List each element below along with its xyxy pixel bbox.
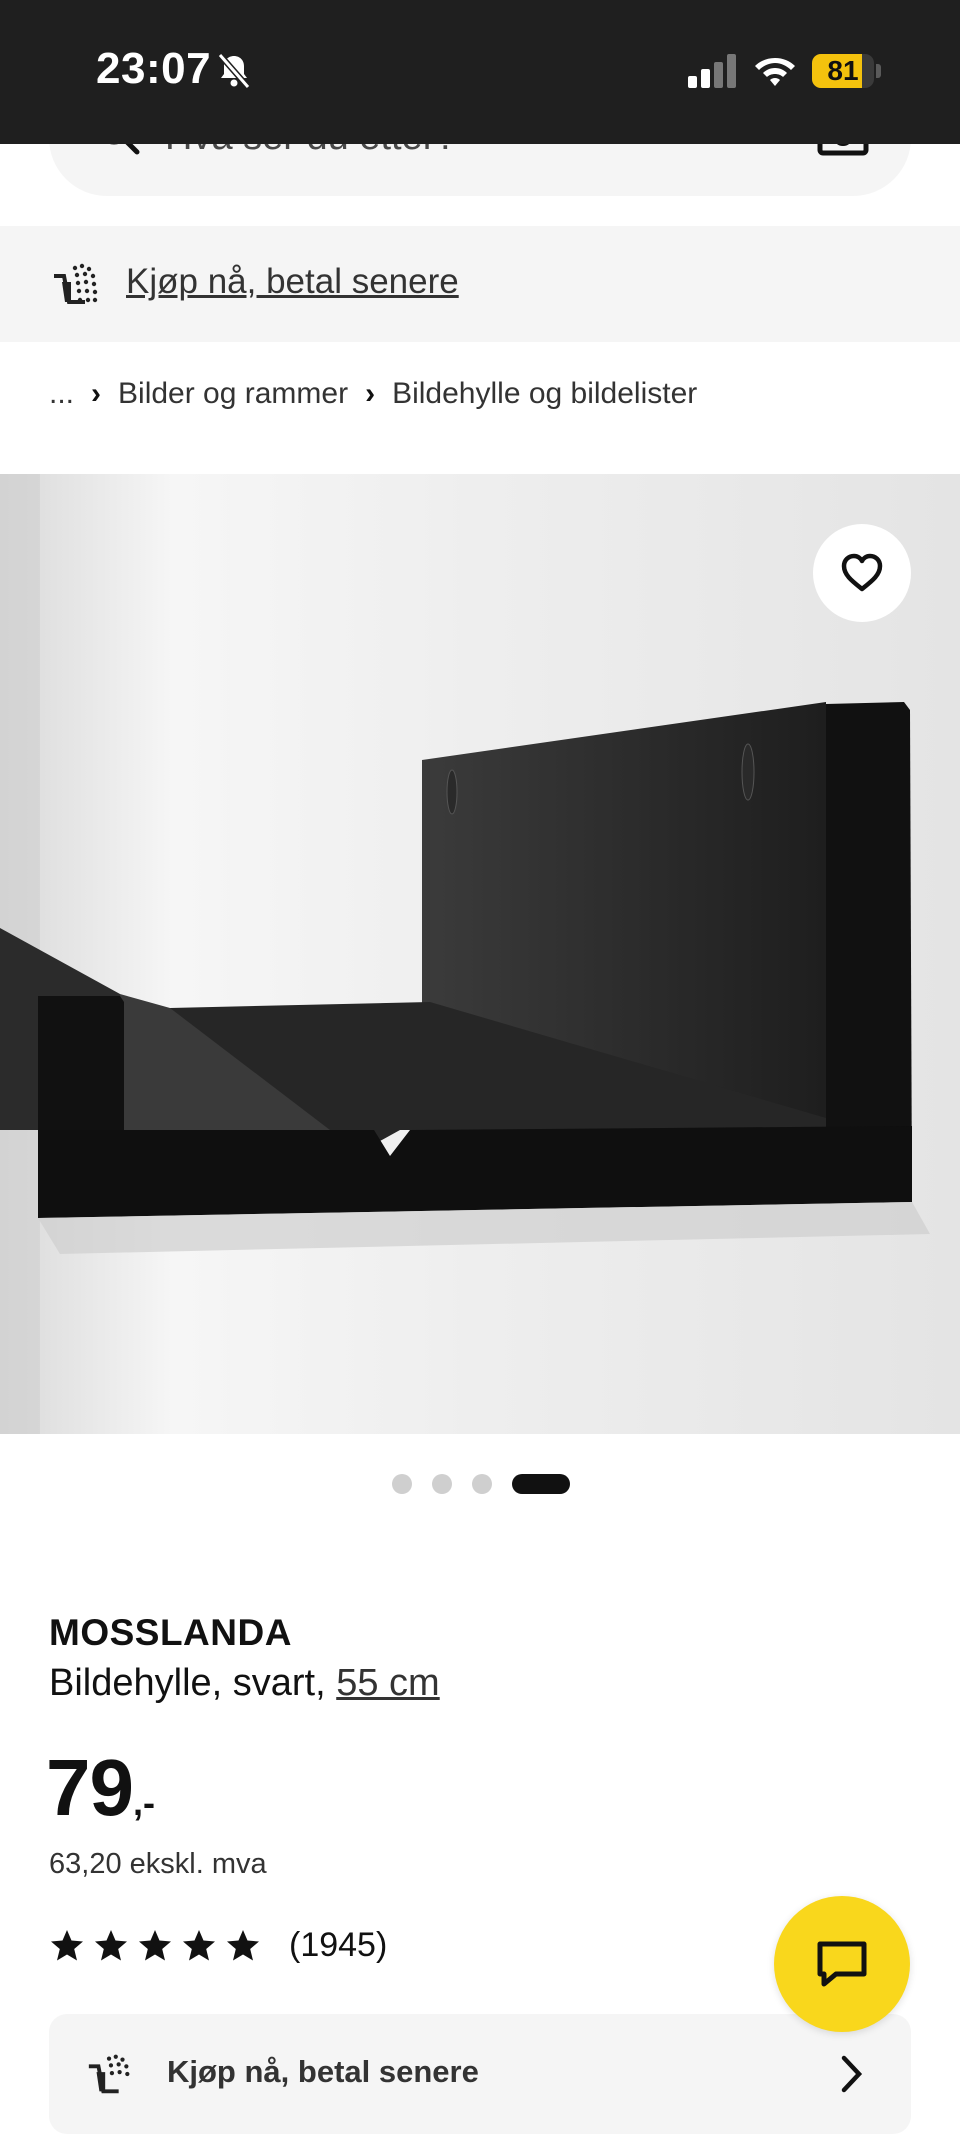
breadcrumb-ellipsis[interactable]: ...	[49, 377, 74, 411]
cart-icon	[88, 2054, 130, 2094]
size-link[interactable]: 55 cm	[336, 1662, 439, 1704]
product-description-text: Bildehylle, svart,	[49, 1662, 326, 1704]
heart-icon	[841, 553, 883, 592]
carousel-dot[interactable]	[392, 1474, 412, 1494]
price-value: 79	[46, 1743, 134, 1832]
rating-stars	[49, 1928, 269, 1964]
chat-button[interactable]	[774, 1896, 910, 2032]
battery-icon: 81	[812, 54, 874, 88]
chevron-right-icon	[841, 2055, 863, 2093]
promo-link[interactable]: Kjøp nå, betal senere	[126, 262, 459, 302]
product-description: Bildehylle, svart, 55 cm	[49, 1662, 440, 1705]
star-icon	[95, 1929, 127, 1960]
carousel-dot[interactable]	[472, 1474, 492, 1494]
price-suffix: ,-	[132, 1782, 155, 1823]
battery-tip	[876, 64, 881, 78]
carousel-dot[interactable]	[432, 1474, 452, 1494]
star-icon	[139, 1929, 171, 1960]
bnpl-label: Kjøp nå, betal senere	[167, 2054, 479, 2089]
bell-slash-icon	[217, 53, 251, 89]
product-name: MOSSLANDA	[49, 1612, 292, 1653]
product-image[interactable]	[0, 474, 960, 1434]
carousel-dots[interactable]	[392, 1474, 570, 1494]
star-icon	[227, 1929, 259, 1960]
chat-icon	[817, 1941, 867, 1987]
chevron-right-icon: ›	[365, 377, 376, 410]
product-photo	[0, 474, 960, 1434]
status-time: 23:07	[96, 44, 212, 93]
rating[interactable]: (1945)	[49, 1926, 387, 1965]
carousel-dot-active[interactable]	[512, 1474, 570, 1494]
battery-level: 81	[827, 55, 859, 86]
chevron-right-icon: ›	[91, 377, 102, 410]
price-ex-vat: 63,20 ekskl. mva	[49, 1848, 267, 1880]
star-icon	[183, 1929, 215, 1960]
promo-banner[interactable]: Kjøp nå, betal senere	[0, 226, 960, 342]
star-icon	[51, 1929, 83, 1960]
favorite-button[interactable]	[813, 524, 911, 622]
bnpl-card[interactable]: Kjøp nå, betal senere	[49, 2014, 911, 2134]
breadcrumb-item[interactable]: Bildehylle og bildelister	[392, 377, 697, 411]
price: 79,-	[46, 1742, 155, 1834]
cart-icon	[54, 263, 98, 304]
breadcrumb: ... › Bilder og rammer › Bildehylle og b…	[49, 374, 697, 414]
wifi-icon	[755, 58, 795, 86]
signal-icon	[688, 54, 736, 88]
breadcrumb-item[interactable]: Bilder og rammer	[118, 377, 348, 411]
review-count[interactable]: (1945)	[289, 1926, 387, 1965]
status-bar: 23:07 81	[0, 0, 960, 144]
